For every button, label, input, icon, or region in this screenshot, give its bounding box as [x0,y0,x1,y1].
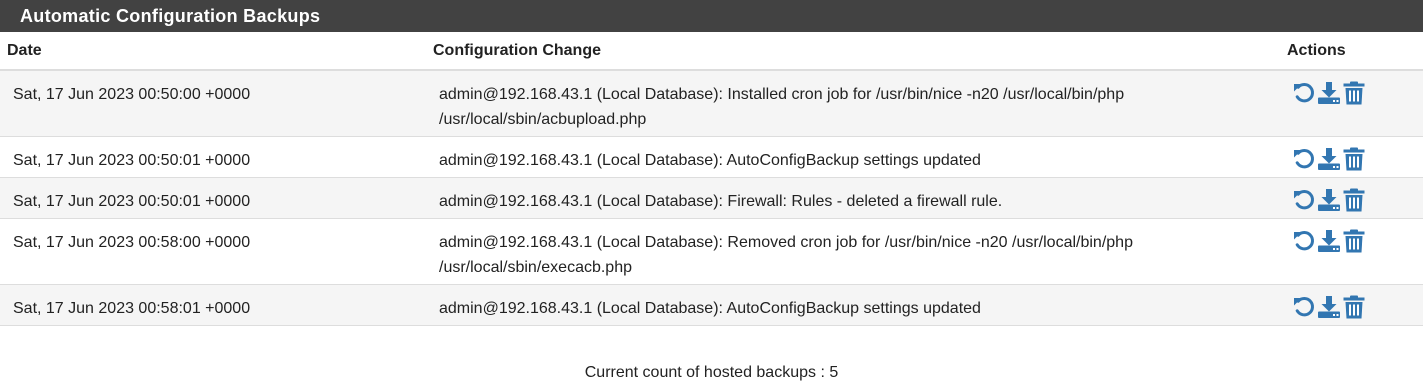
column-header-configuration-change: Configuration Change [426,32,1279,71]
change-line: admin@192.168.43.1 (Local Database): Aut… [439,151,981,169]
row-actions [1279,70,1423,136]
backup-change: admin@192.168.43.1 (Local Database): Aut… [426,284,1279,325]
column-header-actions: Actions [1279,32,1423,71]
change-line: admin@192.168.43.1 (Local Database): Ins… [439,86,1125,103]
hosted-backups-count: Current count of hosted backups : 5 [584,363,839,381]
restore-icon[interactable] [1292,81,1316,105]
table-row: Sat, 17 Jun 2023 00:58:00 +0000 admin@19… [0,218,1423,284]
table-row: Sat, 17 Jun 2023 00:50:01 +0000 admin@19… [0,136,1423,177]
change-line: admin@192.168.43.1 (Local Database): Fir… [439,192,1003,210]
restore-icon[interactable] [1292,229,1316,253]
table-header-row: Date Configuration Change Actions [0,32,1423,71]
download-icon[interactable] [1317,147,1341,171]
download-icon[interactable] [1317,188,1341,212]
backups-table: Date Configuration Change Actions Sat, 1… [0,32,1423,326]
change-line: admin@192.168.43.1 (Local Database): Aut… [439,299,981,317]
backup-date: Sat, 17 Jun 2023 00:58:01 +0000 [13,299,251,317]
trash-icon[interactable] [1342,229,1366,253]
backup-change: admin@192.168.43.1 (Local Database): Ins… [426,70,1279,136]
backup-date: Sat, 17 Jun 2023 00:50:00 +0000 [13,86,251,103]
backup-date: Sat, 17 Jun 2023 00:58:00 +0000 [13,233,251,251]
backup-date: Sat, 17 Jun 2023 00:50:01 +0000 [13,192,251,210]
trash-icon[interactable] [1342,295,1366,319]
row-actions [1279,177,1423,218]
row-actions [1279,284,1423,325]
change-line: /usr/local/sbin/execacb.php [439,258,632,276]
table-row: Sat, 17 Jun 2023 00:58:01 +0000 admin@19… [0,284,1423,325]
change-line: /usr/local/sbin/acbupload.php [439,111,647,128]
row-actions [1279,218,1423,284]
trash-icon[interactable] [1342,188,1366,212]
table-row: Sat, 17 Jun 2023 00:50:00 +0000 admin@19… [0,70,1423,136]
backup-change: admin@192.168.43.1 (Local Database): Fir… [426,177,1279,218]
change-line: admin@192.168.43.1 (Local Database): Rem… [439,233,1133,251]
restore-icon[interactable] [1292,188,1316,212]
trash-icon[interactable] [1342,147,1366,171]
download-icon[interactable] [1317,295,1341,319]
backup-change: admin@192.168.43.1 (Local Database): Aut… [426,136,1279,177]
download-icon[interactable] [1317,81,1341,105]
trash-icon[interactable] [1342,81,1366,105]
row-actions [1279,136,1423,177]
panel-title: Automatic Configuration Backups [0,0,1423,32]
table-row: Sat, 17 Jun 2023 00:50:01 +0000 admin@19… [0,177,1423,218]
backup-change: admin@192.168.43.1 (Local Database): Rem… [426,218,1279,284]
restore-icon[interactable] [1292,147,1316,171]
backup-date: Sat, 17 Jun 2023 00:50:01 +0000 [13,151,251,169]
restore-icon[interactable] [1292,295,1316,319]
column-header-date: Date [0,32,426,71]
download-icon[interactable] [1317,229,1341,253]
